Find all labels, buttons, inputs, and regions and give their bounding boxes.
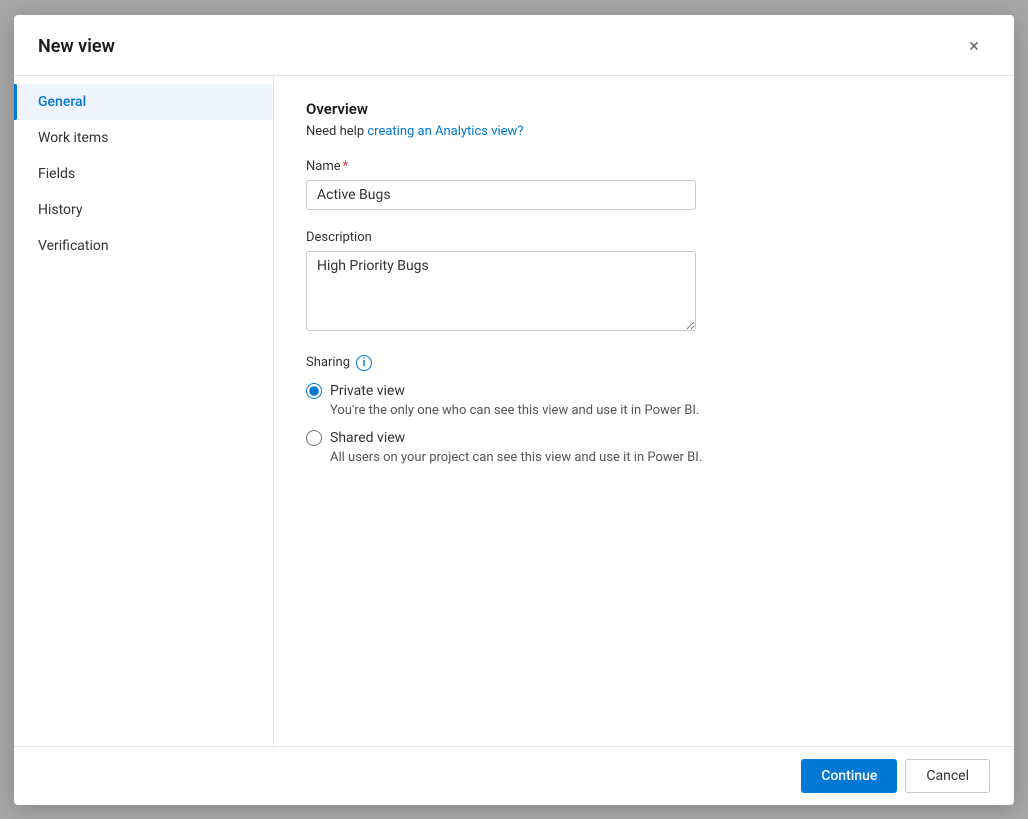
sidebar-item-label-history: History (38, 202, 83, 218)
dialog-overlay: New view × General Work items Fields His… (0, 0, 1028, 819)
help-text: Need help creating an Analytics view? (306, 124, 982, 139)
private-view-option: Private view You're the only one who can… (306, 383, 982, 418)
cancel-button[interactable]: Cancel (905, 759, 990, 793)
shared-view-radio[interactable] (306, 430, 322, 446)
description-input[interactable]: High Priority Bugs (306, 251, 696, 331)
dialog-footer: Continue Cancel (14, 746, 1014, 805)
info-icon[interactable]: i (356, 355, 372, 371)
continue-button[interactable]: Continue (801, 759, 897, 793)
sharing-title: Sharing i (306, 355, 982, 371)
dialog-title: New view (38, 36, 115, 57)
sidebar-item-verification[interactable]: Verification (14, 228, 273, 264)
shared-view-description: All users on your project can see this v… (306, 450, 982, 465)
shared-view-text: Shared view (330, 430, 405, 446)
dialog-body: General Work items Fields History Verifi… (14, 76, 1014, 746)
sharing-section: Sharing i Private view You're the only o… (306, 355, 982, 465)
dialog-header: New view × (14, 15, 1014, 76)
sidebar-item-general[interactable]: General (14, 84, 273, 120)
main-content: Overview Need help creating an Analytics… (274, 76, 1014, 746)
sidebar-item-work-items[interactable]: Work items (14, 120, 273, 156)
sidebar-item-history[interactable]: History (14, 192, 273, 228)
sidebar-item-fields[interactable]: Fields (14, 156, 273, 192)
section-title: Overview (306, 100, 982, 118)
description-label: Description (306, 230, 982, 245)
new-view-dialog: New view × General Work items Fields His… (14, 15, 1014, 805)
sidebar-item-label-fields: Fields (38, 166, 75, 182)
sidebar-item-label-general: General (38, 94, 86, 110)
shared-view-option: Shared view All users on your project ca… (306, 430, 982, 465)
sidebar: General Work items Fields History Verifi… (14, 76, 274, 746)
sidebar-item-label-verification: Verification (38, 238, 109, 254)
private-view-text: Private view (330, 383, 405, 399)
name-required: * (343, 159, 349, 174)
sidebar-item-label-work-items: Work items (38, 130, 108, 146)
name-input[interactable] (306, 180, 696, 210)
name-label: Name* (306, 159, 982, 174)
description-field-group: Description High Priority Bugs (306, 230, 982, 335)
private-view-label[interactable]: Private view (306, 383, 982, 399)
help-prefix: Need help (306, 124, 367, 139)
name-field-group: Name* (306, 159, 982, 210)
close-button[interactable]: × (958, 31, 990, 63)
private-view-description: You're the only one who can see this vie… (306, 403, 982, 418)
private-view-radio[interactable] (306, 383, 322, 399)
shared-view-label[interactable]: Shared view (306, 430, 982, 446)
help-link[interactable]: creating an Analytics view? (367, 124, 523, 139)
